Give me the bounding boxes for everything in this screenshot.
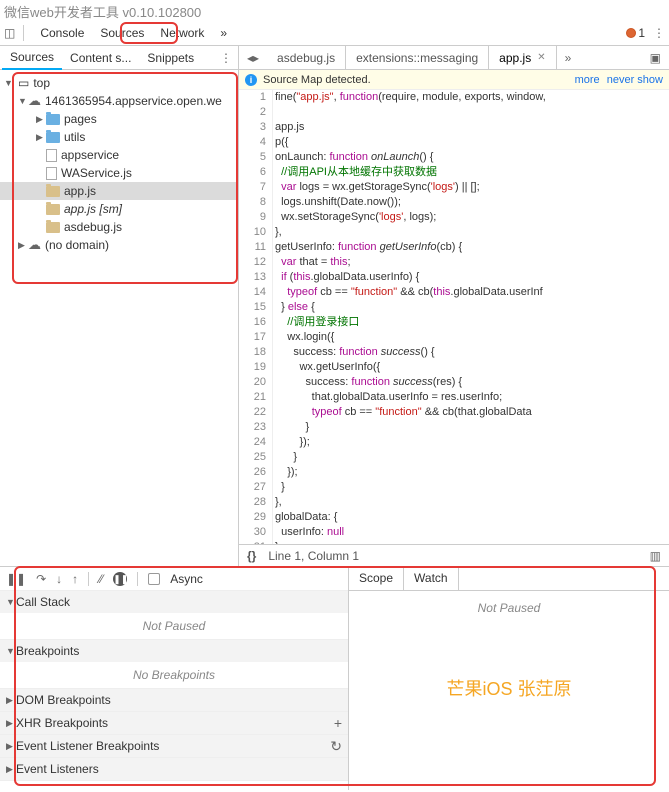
- section-event-listener-breakpoints[interactable]: ▶Event Listener Breakpoints↻: [0, 735, 348, 758]
- pause-icon[interactable]: ❚❚: [6, 572, 26, 586]
- inspect-icon[interactable]: ◫: [4, 26, 15, 40]
- tree-file[interactable]: asdebug.js: [0, 218, 238, 236]
- step-out-icon[interactable]: ↑: [72, 572, 78, 586]
- filetabs-overflow-icon[interactable]: »: [557, 51, 580, 65]
- debugger-toolbar: ❚❚ ↷ ↓ ↑ ⁄⁄ ❚❚ Async: [0, 567, 348, 591]
- close-icon[interactable]: ✕: [537, 52, 545, 63]
- window-title: 微信web开发者工具 v0.10.102800: [0, 0, 669, 20]
- tree-domain[interactable]: ▼☁1461365954.appservice.open.we: [0, 92, 238, 110]
- main-toolbar: ◫ Console Sources Network » 1 ⋮: [0, 20, 669, 46]
- tab-network[interactable]: Network: [152, 22, 212, 44]
- tree-folder-utils[interactable]: ▶utils: [0, 128, 238, 146]
- editor-status-bar: {} Line 1, Column 1 ▥: [239, 544, 669, 566]
- toggle-icon[interactable]: ▥: [650, 549, 661, 563]
- section-breakpoints[interactable]: ▼Breakpoints No Breakpoints: [0, 640, 348, 689]
- async-checkbox[interactable]: [148, 573, 160, 585]
- filetab-appjs[interactable]: app.js✕: [489, 46, 556, 69]
- tree-file[interactable]: app.js [sm]: [0, 200, 238, 218]
- tab-scope[interactable]: Scope: [349, 567, 404, 590]
- tab-watch[interactable]: Watch: [404, 567, 459, 590]
- tabs-overflow-icon[interactable]: »: [212, 22, 235, 44]
- section-event-listeners[interactable]: ▶Event Listeners: [0, 758, 348, 781]
- refresh-icon[interactable]: ↻: [330, 738, 342, 755]
- cursor-position: Line 1, Column 1: [268, 549, 359, 563]
- more-icon[interactable]: ⋮: [214, 51, 238, 65]
- tree-file[interactable]: WAService.js: [0, 164, 238, 182]
- tree-file-selected[interactable]: app.js: [0, 182, 238, 200]
- link-more[interactable]: more: [575, 74, 600, 86]
- debugger-left-pane: ❚❚ ↷ ↓ ↑ ⁄⁄ ❚❚ Async ▼Call Stack Not Pau…: [0, 567, 349, 790]
- history-back-icon[interactable]: ◂▸: [239, 51, 267, 65]
- subtab-sources[interactable]: Sources: [2, 46, 62, 70]
- source-map-info: i Source Map detected. more never show: [239, 70, 669, 90]
- sub-toolbar: Sources Content s... Snippets ⋮ ◂▸ asdeb…: [0, 46, 669, 70]
- settings-icon[interactable]: ⋮: [653, 26, 665, 40]
- pretty-print-icon[interactable]: {}: [247, 549, 256, 563]
- code-editor[interactable]: 1234567891011121314151617181920212223242…: [239, 90, 669, 544]
- tree-file[interactable]: appservice: [0, 146, 238, 164]
- section-dom-breakpoints[interactable]: ▶DOM Breakpoints: [0, 689, 348, 712]
- error-badge[interactable]: 1: [626, 26, 645, 40]
- tree-folder-pages[interactable]: ▶pages: [0, 110, 238, 128]
- info-icon: i: [245, 74, 257, 86]
- debugger-right-pane: Scope Watch Not Paused 芒果iOS 张茳原: [349, 567, 669, 790]
- add-icon[interactable]: +: [334, 715, 342, 731]
- filetab-asdebug[interactable]: asdebug.js: [267, 46, 346, 69]
- tab-sources[interactable]: Sources: [92, 22, 152, 44]
- filetab-extensions[interactable]: extensions::messaging: [346, 46, 489, 69]
- tree-no-domain[interactable]: ▶☁(no domain): [0, 236, 238, 254]
- pause-on-exception-icon[interactable]: ❚❚: [113, 572, 127, 586]
- not-paused-label: Not Paused: [349, 591, 669, 625]
- maximize-icon[interactable]: ▣: [642, 51, 669, 65]
- section-call-stack[interactable]: ▼Call Stack Not Paused: [0, 591, 348, 640]
- link-never-show[interactable]: never show: [607, 74, 663, 86]
- tab-console[interactable]: Console: [32, 22, 92, 44]
- deactivate-bp-icon[interactable]: ⁄⁄: [99, 572, 103, 586]
- step-over-icon[interactable]: ↷: [36, 572, 46, 586]
- step-into-icon[interactable]: ↓: [56, 572, 62, 586]
- tree-top[interactable]: ▼▭top: [0, 74, 238, 92]
- watermark: 芒果iOS 张茳原: [349, 675, 669, 701]
- subtab-snippets[interactable]: Snippets: [139, 47, 202, 69]
- file-tree: ▼▭top ▼☁1461365954.appservice.open.we ▶p…: [0, 70, 239, 566]
- section-xhr-breakpoints[interactable]: ▶XHR Breakpoints+: [0, 712, 348, 735]
- subtab-content-scripts[interactable]: Content s...: [62, 47, 139, 69]
